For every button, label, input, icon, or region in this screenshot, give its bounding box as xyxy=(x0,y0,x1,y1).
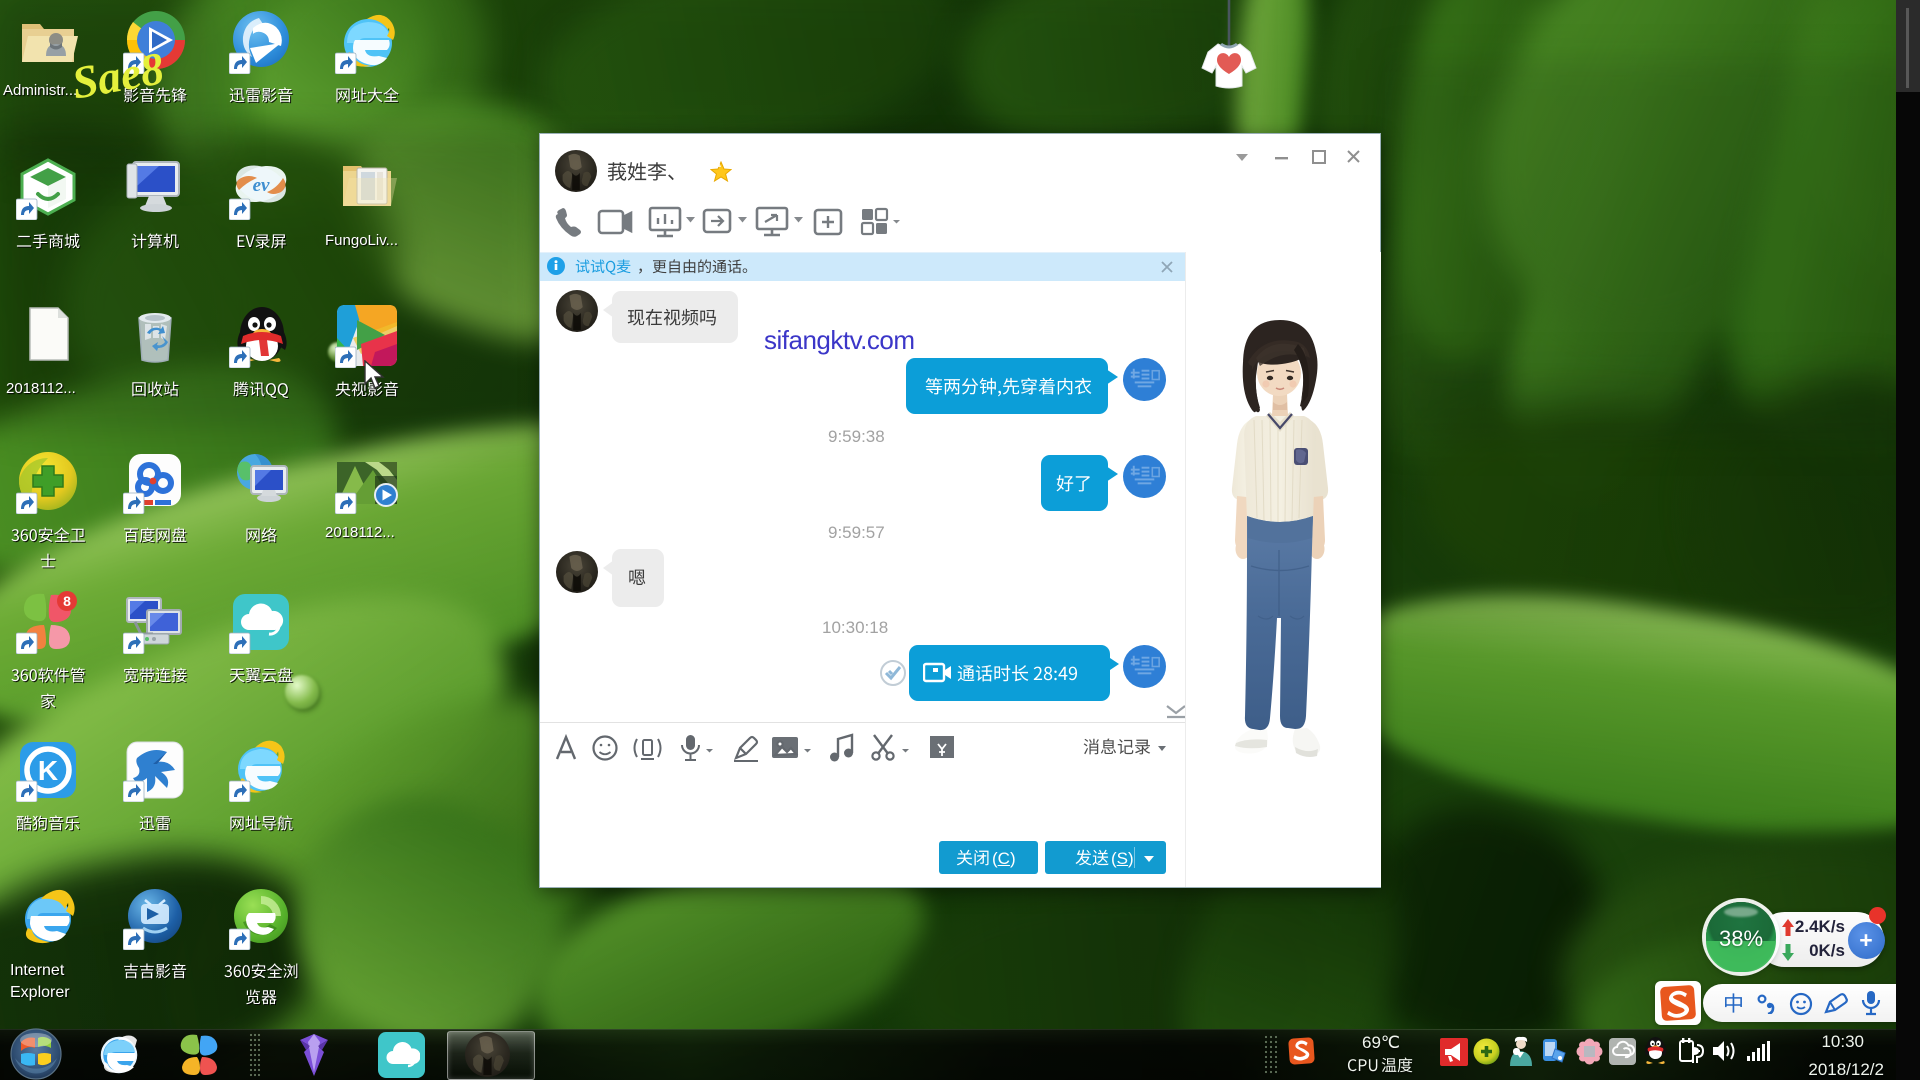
svg-text:ev: ev xyxy=(253,175,270,196)
svg-text:K: K xyxy=(38,755,58,786)
svg-text:8: 8 xyxy=(63,593,71,609)
